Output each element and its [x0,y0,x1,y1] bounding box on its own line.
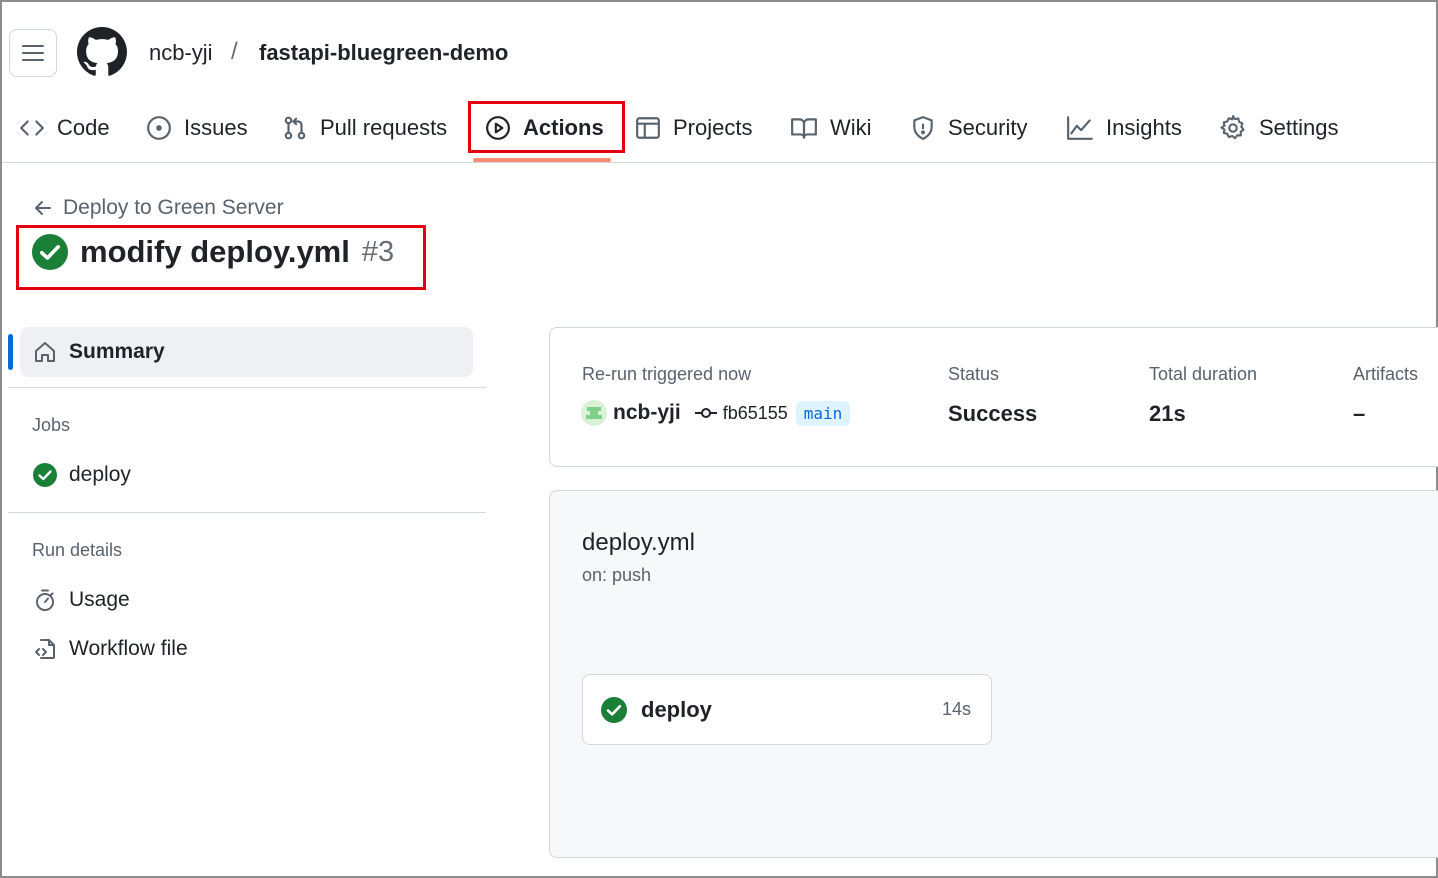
tab-security[interactable]: Security [910,110,1027,146]
tab-label: Code [57,115,110,140]
github-logo-icon[interactable] [77,27,127,77]
menu-button[interactable] [9,29,57,77]
tab-settings[interactable]: Settings [1219,110,1339,146]
highlight-box-run-title [16,225,426,290]
tab-label: Security [948,115,1028,140]
status-label: Status [948,364,1000,384]
shield-icon [913,116,933,140]
tab-label: Issues [184,115,248,140]
table-icon [636,117,660,139]
job-duration: 14s [941,699,971,719]
gear-icon [1220,115,1245,140]
issue-opened-icon [147,116,171,140]
tab-projects[interactable]: Projects [635,110,752,146]
tab-pull-requests[interactable]: Pull requests [282,110,447,146]
tab-label: Settings [1259,115,1339,140]
summary-label: Summary [69,340,165,363]
workflow-trigger: on: push [582,565,652,585]
workflow-file-title: deploy.yml [582,529,695,556]
job-label: deploy [69,463,131,486]
commit-link[interactable]: fb65155 [723,403,788,424]
trigger-details: ncb-yji fb65155 main [581,400,851,426]
duration-value: 21s [1149,401,1186,426]
run-details-heading: Run details [32,540,123,560]
graph-icon [1067,116,1093,140]
tab-label: Wiki [830,115,872,140]
hamburger-icon [22,45,44,61]
git-commit-icon [694,408,717,418]
tab-label: Projects [673,115,753,140]
jobs-heading: Jobs [32,415,71,435]
sidebar-item-summary[interactable]: Summary [20,327,473,377]
code-icon [20,120,44,136]
branch-badge[interactable]: main [795,400,851,426]
trigger-label: Re-run triggered now [582,364,752,384]
highlight-box-actions [468,101,625,153]
repo-name-link[interactable]: fastapi-bluegreen-demo [259,40,508,66]
breadcrumb-separator: / [231,38,238,65]
header-divider [2,162,1436,163]
artifacts-label: Artifacts [1353,364,1419,384]
tab-insights[interactable]: Insights [1066,110,1182,146]
actor-link[interactable]: ncb-yji [613,401,681,425]
back-to-workflow-link[interactable]: Deploy to Green Server [33,196,284,220]
usage-label: Usage [69,588,130,611]
book-icon [791,118,817,139]
duration-label: Total duration [1149,364,1258,384]
tab-issues[interactable]: Issues [146,110,248,146]
tab-wiki[interactable]: Wiki [790,110,872,146]
check-circle-fill-icon [33,463,57,487]
job-node-deploy[interactable]: deploy 14s [582,674,992,745]
sidebar-divider [8,387,486,388]
tab-label: Pull requests [320,115,448,140]
job-name: deploy [641,696,712,722]
repo-owner-link[interactable]: ncb-yji [149,40,213,66]
file-code-icon [35,639,55,659]
avatar[interactable] [581,400,607,426]
check-circle-fill-icon [601,696,627,723]
sidebar-item-job-deploy[interactable]: deploy [33,463,131,487]
artifacts-value: – [1353,401,1366,426]
home-icon [35,342,55,362]
sidebar-divider [8,512,486,513]
status-value: Success [948,401,1038,426]
tab-label: Insights [1106,115,1182,140]
stopwatch-icon [36,589,54,611]
arrow-left-icon [35,201,51,215]
run-summary-card [549,327,1438,467]
active-indicator [8,334,13,370]
workflow-file-label: Workflow file [69,637,188,660]
tab-code[interactable]: Code [19,110,110,146]
workflow-name: Deploy to Green Server [63,196,284,219]
sidebar-item-usage[interactable]: Usage [33,588,130,612]
sidebar-item-workflow-file[interactable]: Workflow file [33,637,188,661]
git-pull-request-icon [284,116,306,140]
